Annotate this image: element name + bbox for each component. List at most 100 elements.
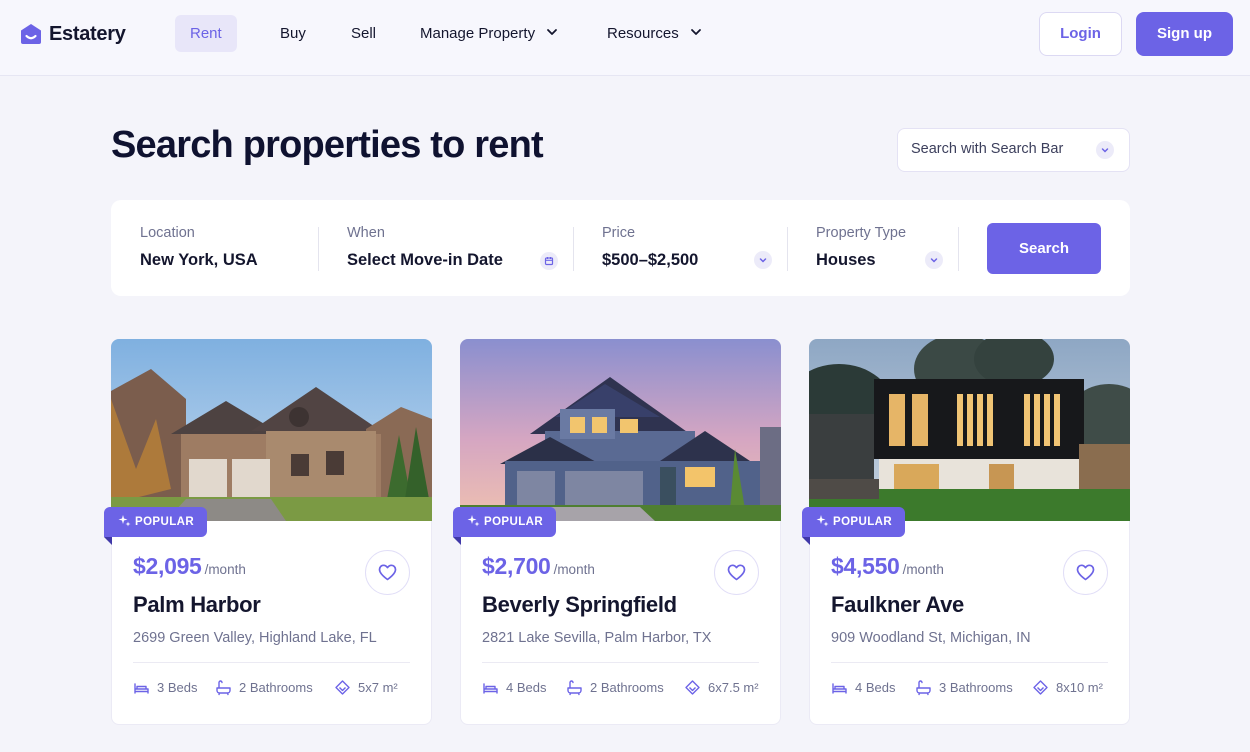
property-name: Beverly Springfield [482, 592, 677, 617]
baths-label: 2 Bathrooms [590, 680, 664, 695]
favorite-button[interactable] [365, 550, 410, 595]
divider [831, 662, 1108, 663]
favorite-button[interactable] [1063, 550, 1108, 595]
listing-price: $2,095/month [133, 553, 246, 580]
divider [787, 227, 788, 271]
heart-icon [1076, 564, 1095, 581]
price-unit: /month [902, 562, 944, 577]
area-label: 6x7.5 m² [708, 680, 759, 695]
listing-card[interactable]: POPULAR $2,095/month Palm Harbor 2699 Gr… [104, 338, 432, 725]
nav-buy[interactable]: Buy [280, 15, 306, 52]
property-name: Faulkner Ave [831, 592, 964, 617]
bathtub-icon [916, 680, 931, 696]
baths-label: 3 Bathrooms [939, 680, 1013, 695]
brand-logo-link[interactable]: Estatery [19, 21, 126, 47]
property-photo [459, 338, 781, 521]
popular-badge: POPULAR [453, 507, 557, 545]
favorite-button[interactable] [714, 550, 759, 595]
nav-sell-label: Sell [351, 25, 377, 42]
price-unit: /month [553, 562, 595, 577]
location-value: New York, USA [140, 251, 258, 269]
divider [958, 227, 959, 271]
popular-badge: POPULAR [104, 507, 208, 545]
signup-button[interactable]: Sign up [1136, 12, 1233, 56]
property-name: Palm Harbor [133, 592, 261, 617]
beds-label: 4 Beds [855, 680, 896, 695]
login-button[interactable]: Login [1039, 12, 1122, 56]
area-icon [335, 680, 350, 695]
location-label: Location [140, 225, 195, 241]
sparkle-icon [118, 515, 131, 527]
baths-feature: 3 Bathrooms [915, 679, 1013, 696]
property-photo [808, 338, 1130, 521]
property-type-label: Property Type [816, 225, 907, 241]
price-label: Price [602, 225, 636, 241]
baths-feature: 2 Bathrooms [215, 679, 313, 696]
calendar-icon [540, 252, 558, 270]
area-feature: 8x10 m² [1032, 679, 1103, 696]
beds-feature: 3 Beds [133, 679, 197, 696]
property-search-bar: Location New York, USA When Select Move-… [111, 200, 1130, 296]
price-value: $500–$2,500 [602, 251, 699, 269]
beds-feature: 4 Beds [482, 679, 546, 696]
area-label: 5x7 m² [358, 680, 398, 695]
bathtub-icon [567, 680, 582, 696]
price-unit: /month [204, 562, 246, 577]
price-amount: $2,095 [133, 553, 202, 579]
top-navbar: Estatery Rent Buy Sell Manage Property R… [0, 0, 1250, 76]
badge-label: POPULAR [833, 516, 893, 528]
chevron-down-icon [1096, 141, 1114, 159]
chevron-down-icon [690, 29, 701, 35]
beds-label: 4 Beds [506, 680, 547, 695]
nav-sell[interactable]: Sell [351, 15, 376, 52]
sparkle-icon [816, 515, 829, 527]
area-feature: 6x7.5 m² [684, 679, 759, 696]
nav-manage-property-label: Manage Property [420, 25, 536, 42]
divider [318, 227, 319, 271]
listing-price: $4,550/month [831, 553, 944, 580]
nav-buy-label: Buy [280, 25, 306, 42]
property-address: 2699 Green Valley, Highland Lake, FL [133, 630, 377, 646]
house-logo-icon [21, 24, 41, 44]
property-type-value: Houses [816, 251, 876, 269]
beds-label: 3 Beds [157, 680, 198, 695]
chevron-down-icon [754, 251, 772, 269]
listing-price: $2,700/month [482, 553, 595, 580]
nav-manage-property[interactable]: Manage Property [420, 15, 559, 52]
divider [573, 227, 574, 271]
property-address: 2821 Lake Sevilla, Palm Harbor, TX [482, 630, 712, 646]
area-label: 8x10 m² [1056, 680, 1103, 695]
sparkle-icon [467, 515, 480, 527]
nav-resources-label: Resources [607, 25, 679, 42]
nav-resources[interactable]: Resources [607, 15, 703, 52]
brand-name: Estatery [49, 22, 126, 45]
chevron-down-icon [925, 251, 943, 269]
heart-icon [378, 564, 397, 581]
baths-feature: 2 Bathrooms [566, 679, 664, 696]
property-photo [110, 338, 432, 521]
page-title: Search properties to rent [111, 124, 544, 166]
when-value: Select Move-in Date [347, 251, 503, 269]
divider [482, 662, 759, 663]
search-button[interactable]: Search [987, 223, 1101, 274]
baths-label: 2 Bathrooms [239, 680, 313, 695]
area-icon [1033, 680, 1048, 695]
area-icon [685, 680, 700, 695]
badge-label: POPULAR [135, 516, 195, 528]
bathtub-icon [216, 680, 231, 696]
when-label: When [347, 225, 385, 241]
heart-icon [727, 564, 746, 581]
beds-feature: 4 Beds [831, 679, 895, 696]
popular-badge: POPULAR [802, 507, 906, 545]
price-amount: $2,700 [482, 553, 551, 579]
bed-icon [483, 683, 498, 694]
chevron-down-icon [547, 29, 558, 35]
listing-card[interactable]: POPULAR $4,550/month Faulkner Ave 909 Wo… [802, 338, 1130, 725]
nav-rent[interactable]: Rent [175, 15, 237, 52]
listing-card[interactable]: POPULAR $2,700/month Beverly Springfield… [453, 338, 781, 725]
search-mode-select[interactable]: Search with Search Bar [897, 128, 1130, 172]
badge-label: POPULAR [484, 516, 544, 528]
search-mode-value: Search with Search Bar [911, 141, 1064, 157]
bed-icon [134, 683, 149, 694]
property-address: 909 Woodland St, Michigan, IN [831, 630, 1031, 646]
